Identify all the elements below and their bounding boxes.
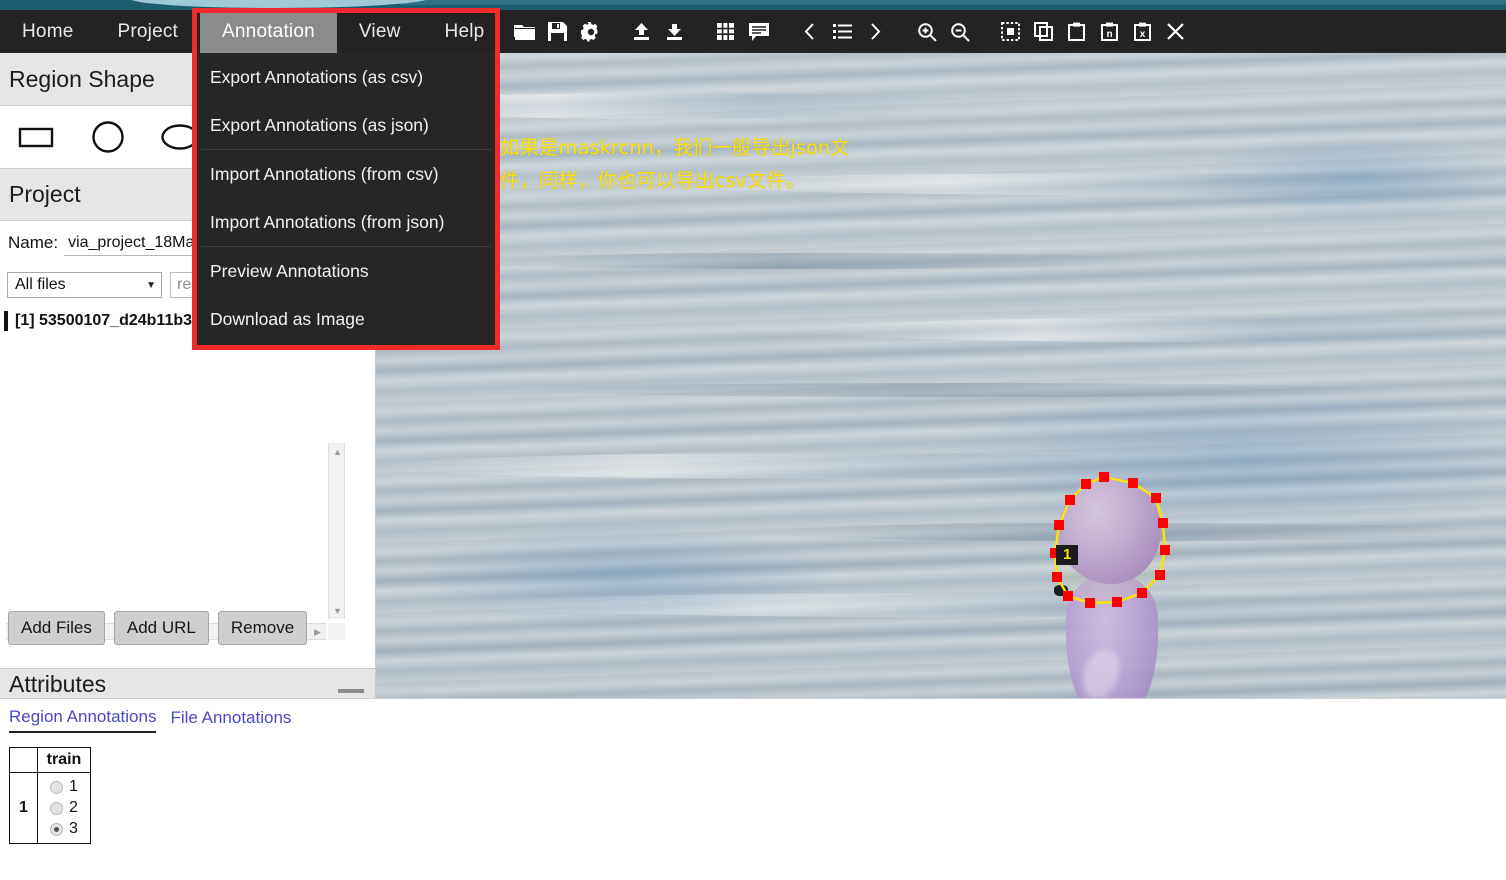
- table-header-train: train: [38, 748, 91, 773]
- region-annotations-table: train 1 1 2: [9, 747, 91, 844]
- radio-icon[interactable]: [50, 823, 63, 836]
- paste-n-icon[interactable]: n: [1093, 10, 1126, 53]
- add-url-button[interactable]: Add URL: [114, 611, 209, 645]
- annotation-dropdown-menu[interactable]: Export Annotations (as csv) Export Annot…: [197, 53, 495, 345]
- copy-icon[interactable]: [1027, 10, 1060, 53]
- file-filter-select[interactable]: All files ▼: [7, 272, 162, 298]
- file-list-vertical-scrollbar[interactable]: ▲ ▼: [328, 443, 345, 619]
- top-strip-highlight: [400, 0, 1506, 5]
- upload-icon[interactable]: [625, 10, 658, 53]
- next-icon[interactable]: [859, 10, 892, 53]
- menu-import-json[interactable]: Import Annotations (from json): [197, 198, 495, 246]
- region-id-label: 1: [1056, 545, 1078, 565]
- minimize-icon[interactable]: [338, 689, 364, 693]
- remove-button[interactable]: Remove: [218, 611, 307, 645]
- table-header-row: train: [10, 748, 91, 773]
- toolbar-separator-5: [976, 10, 994, 53]
- folder-open-icon[interactable]: [508, 10, 541, 53]
- window-top-strip: [0, 0, 1506, 10]
- polygon-annotation-layer[interactable]: [376, 53, 1506, 698]
- menu-bar: Home Project Annotation View Help: [0, 10, 1506, 53]
- circle-shape-icon[interactable]: [86, 117, 130, 157]
- svg-text:x: x: [1140, 29, 1146, 40]
- top-strip-gloss: [124, 0, 436, 8]
- comment-icon[interactable]: [742, 10, 775, 53]
- add-files-button[interactable]: Add Files: [8, 611, 105, 645]
- list-icon[interactable]: [826, 10, 859, 53]
- radio-option-3[interactable]: 3: [50, 820, 78, 838]
- gear-icon[interactable]: [574, 10, 607, 53]
- scrollbar-corner: [328, 623, 345, 640]
- svg-text:n: n: [1106, 29, 1112, 40]
- menu-item-view[interactable]: View: [337, 10, 423, 53]
- scroll-down-icon[interactable]: ▼: [329, 602, 346, 619]
- annotation-tabs: Region Annotations File Annotations: [0, 699, 1506, 733]
- attributes-header[interactable]: Attributes: [0, 668, 376, 698]
- radio-label: 1: [69, 778, 78, 796]
- menu-item-project[interactable]: Project: [95, 10, 200, 53]
- close-icon[interactable]: [1159, 10, 1192, 53]
- menu-preview-annotations[interactable]: Preview Annotations: [197, 247, 495, 295]
- scroll-up-icon[interactable]: ▲: [329, 443, 346, 460]
- file-selected-marker: [4, 311, 8, 331]
- via-annotator-window: Home Project Annotation View Help: [0, 0, 1506, 880]
- menu-export-csv[interactable]: Export Annotations (as csv): [197, 53, 495, 101]
- menu-item-annotation[interactable]: Annotation: [200, 10, 337, 53]
- radio-icon[interactable]: [50, 781, 63, 794]
- toolbar-separator-3: [775, 10, 793, 53]
- radio-option-2[interactable]: 2: [50, 799, 78, 817]
- menu-import-csv[interactable]: Import Annotations (from csv): [197, 150, 495, 198]
- toolbar-separator-4: [892, 10, 910, 53]
- radio-label: 2: [69, 799, 78, 817]
- attributes-title: Attributes: [9, 671, 106, 698]
- prev-icon[interactable]: [793, 10, 826, 53]
- toolbar: n x: [508, 10, 1192, 53]
- menu-item-home[interactable]: Home: [0, 10, 95, 53]
- table-header-blank: [10, 748, 38, 773]
- annotations-panel: Region Annotations File Annotations trai…: [0, 698, 1506, 880]
- tab-file-annotations[interactable]: File Annotations: [170, 708, 291, 732]
- row-index: 1: [10, 773, 38, 844]
- table-row: 1 1 2: [10, 773, 91, 844]
- radio-option-1[interactable]: 1: [50, 778, 78, 796]
- paste-icon[interactable]: [1060, 10, 1093, 53]
- train-radio-group: 1 2 3: [46, 776, 82, 840]
- rectangle-shape-icon[interactable]: [14, 117, 58, 157]
- file-filter-value: All files: [15, 276, 66, 294]
- toolbar-separator-1: [607, 10, 625, 53]
- tab-region-annotations[interactable]: Region Annotations: [9, 707, 156, 733]
- paste-x-icon[interactable]: x: [1126, 10, 1159, 53]
- download-icon[interactable]: [658, 10, 691, 53]
- zoom-in-icon[interactable]: [910, 10, 943, 53]
- menu-item-group: Home Project Annotation View Help: [0, 10, 506, 53]
- select-region-icon[interactable]: [994, 10, 1027, 53]
- menu-export-json[interactable]: Export Annotations (as json): [197, 101, 495, 149]
- radio-label: 3: [69, 820, 78, 838]
- project-name-label: Name:: [8, 233, 58, 253]
- image-canvas[interactable]: 如果是maskrcnn，我们一般导出json文件，同样，你也可以导出csv文件。: [376, 53, 1506, 698]
- zoom-out-icon[interactable]: [943, 10, 976, 53]
- menu-item-help[interactable]: Help: [423, 10, 507, 53]
- menu-download-image[interactable]: Download as Image: [197, 295, 495, 343]
- toolbar-separator-2: [691, 10, 709, 53]
- radio-icon[interactable]: [50, 802, 63, 815]
- ellipse-shape-icon[interactable]: [158, 117, 202, 157]
- scroll-right-icon[interactable]: ▶: [309, 624, 326, 641]
- train-attribute-cell: 1 2 3: [38, 773, 91, 844]
- file-actions: Add Files Add URL Remove: [8, 611, 307, 645]
- save-icon[interactable]: [541, 10, 574, 53]
- grid-icon[interactable]: [709, 10, 742, 53]
- chevron-down-icon: ▼: [146, 280, 156, 291]
